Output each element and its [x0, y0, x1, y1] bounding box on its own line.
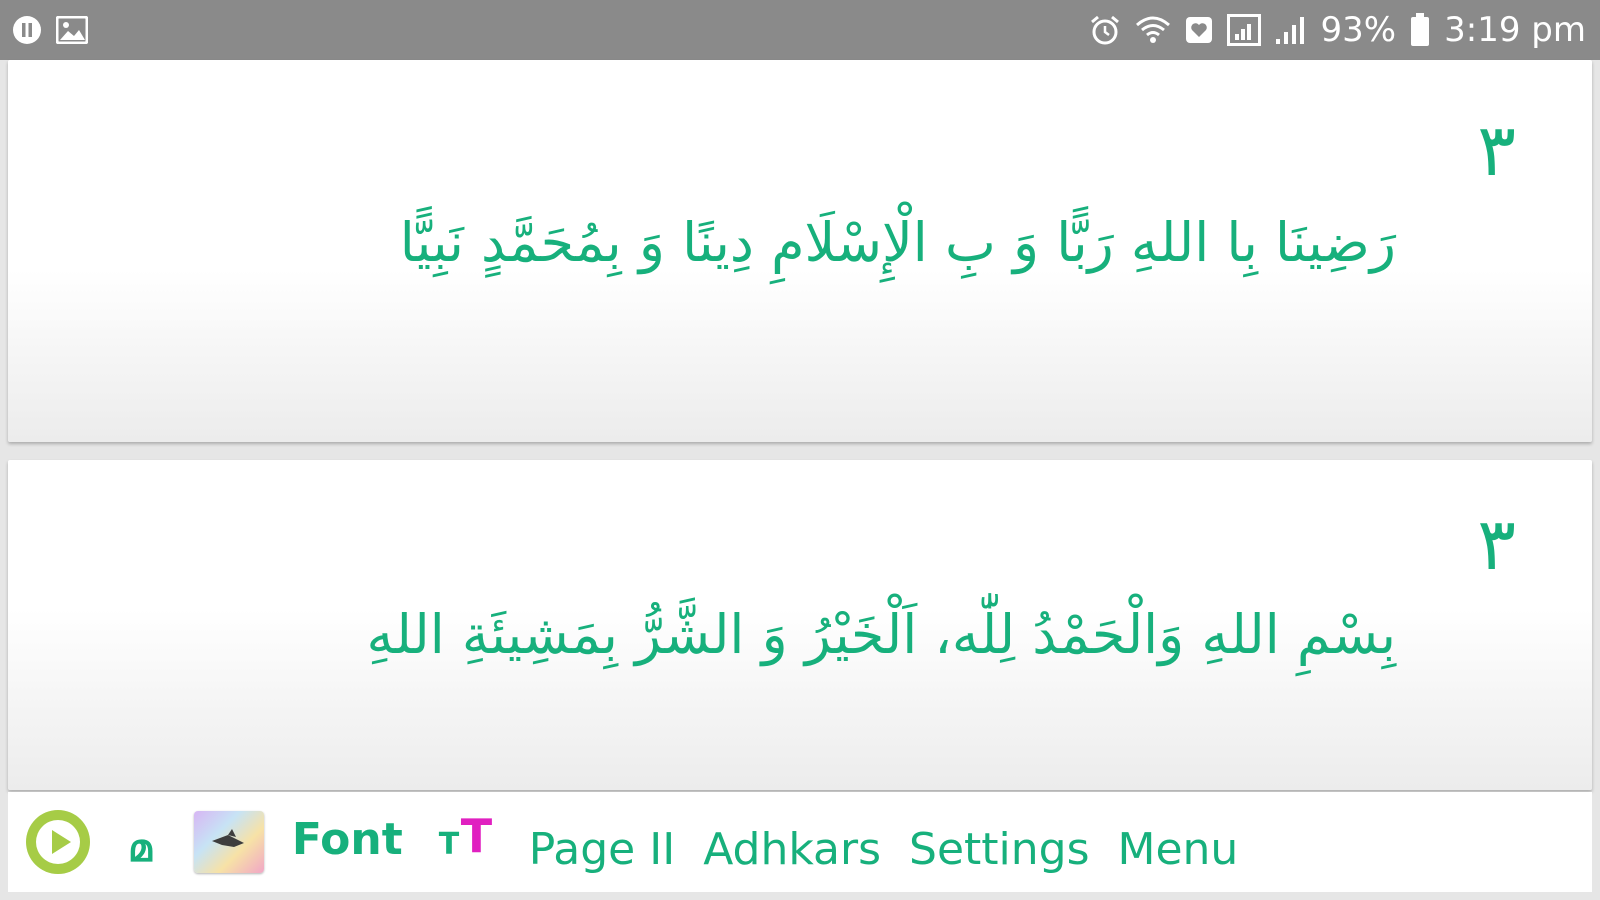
dhikr-card[interactable]: ٣ رَضِينَا بِا اللهِ رَبًّا وَ بِ الْإِس… — [8, 60, 1592, 442]
heart-box-icon — [1185, 16, 1213, 44]
theme-picker-icon — [211, 829, 244, 847]
menu-button[interactable]: Menu — [1118, 824, 1239, 875]
dhikr-text: رَضِينَا بِا اللهِ رَبًّا وَ بِ الْإِسْل… — [399, 211, 1396, 274]
play-icon — [28, 812, 88, 872]
wifi-icon — [1135, 15, 1171, 45]
theme-picker-button[interactable] — [193, 811, 264, 873]
status-bar-left — [12, 15, 88, 45]
pause-circle-icon — [12, 15, 42, 45]
text-size-big-glyph: T — [460, 809, 493, 863]
adhkars-button[interactable]: Adhkars — [703, 824, 881, 875]
signal-box-icon — [1226, 14, 1261, 46]
status-bar-right: 93% 3:19 pm — [1089, 10, 1586, 50]
settings-button[interactable]: Settings — [909, 824, 1089, 875]
battery-percent: 93% — [1320, 10, 1397, 50]
clock: 3:19 pm — [1444, 10, 1586, 50]
image-icon — [56, 16, 88, 44]
repeat-count: ٣ — [1477, 502, 1516, 586]
dhikr-text: بِسْمِ اللهِ وَالْحَمْدُ لِلّٰه، اَلْخَي… — [366, 603, 1396, 666]
alarm-icon — [1089, 14, 1121, 46]
text-size-small-glyph: T — [438, 827, 460, 862]
play-button[interactable] — [26, 810, 90, 874]
language-button[interactable]: മ — [128, 826, 152, 871]
repeat-count: ٣ — [1477, 108, 1516, 192]
page-button[interactable]: Page II — [529, 824, 675, 875]
font-button[interactable]: Font — [292, 814, 403, 865]
bottom-toolbar: മ Font T T Page II Adhkars Settings Menu — [8, 792, 1592, 892]
battery-icon — [1410, 13, 1430, 47]
text-size-button[interactable]: T T — [438, 809, 499, 863]
status-bar: 93% 3:19 pm — [0, 0, 1600, 60]
dhikr-card[interactable]: ٣ بِسْمِ اللهِ وَالْحَمْدُ لِلّٰه، اَلْخ… — [8, 460, 1592, 790]
signal-icon — [1275, 15, 1307, 45]
